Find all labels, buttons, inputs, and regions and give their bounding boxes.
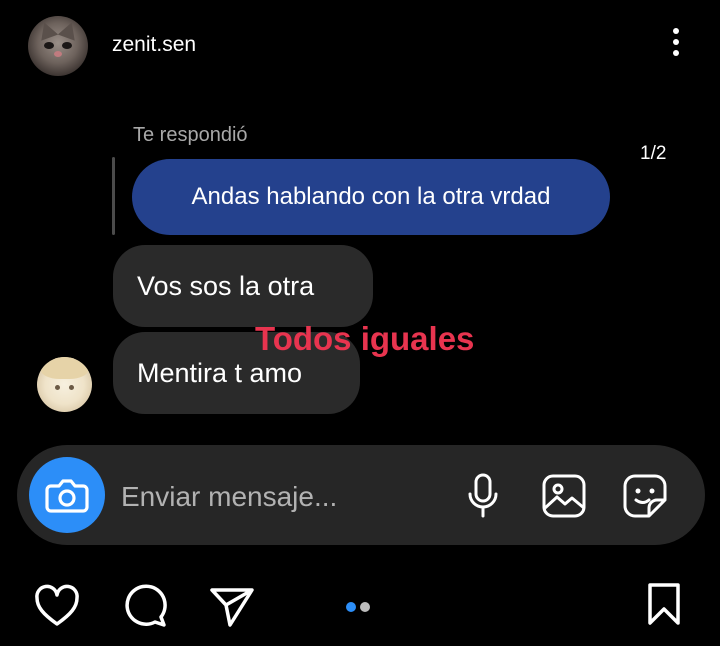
inactive-dot xyxy=(360,602,370,612)
avatar[interactable] xyxy=(28,16,88,76)
sticker-icon[interactable] xyxy=(621,472,669,520)
message-input[interactable]: Enviar mensaje... xyxy=(121,481,337,513)
overlay-caption: Todos iguales xyxy=(255,320,475,357)
comment-icon[interactable] xyxy=(121,583,169,629)
menu-dots-icon[interactable] xyxy=(668,28,684,64)
camera-button[interactable] xyxy=(29,457,105,533)
camera-icon xyxy=(45,479,89,513)
username[interactable]: zenit.sen xyxy=(112,33,196,57)
message-bubble: Vos sos la otra xyxy=(113,245,373,327)
heart-icon[interactable] xyxy=(33,584,81,628)
microphone-icon[interactable] xyxy=(465,472,501,520)
active-dot xyxy=(346,602,356,612)
share-icon[interactable] xyxy=(208,585,256,629)
story-counter: 1/2 xyxy=(640,143,667,164)
bookmark-icon[interactable] xyxy=(644,581,684,627)
gallery-icon[interactable] xyxy=(540,472,588,520)
reply-indicator xyxy=(112,157,115,235)
contact-avatar[interactable] xyxy=(37,357,92,412)
reply-label: Te respondió xyxy=(133,124,248,146)
page-indicator xyxy=(346,599,374,617)
replied-message: Andas hablando con la otra vrdad xyxy=(132,159,610,235)
